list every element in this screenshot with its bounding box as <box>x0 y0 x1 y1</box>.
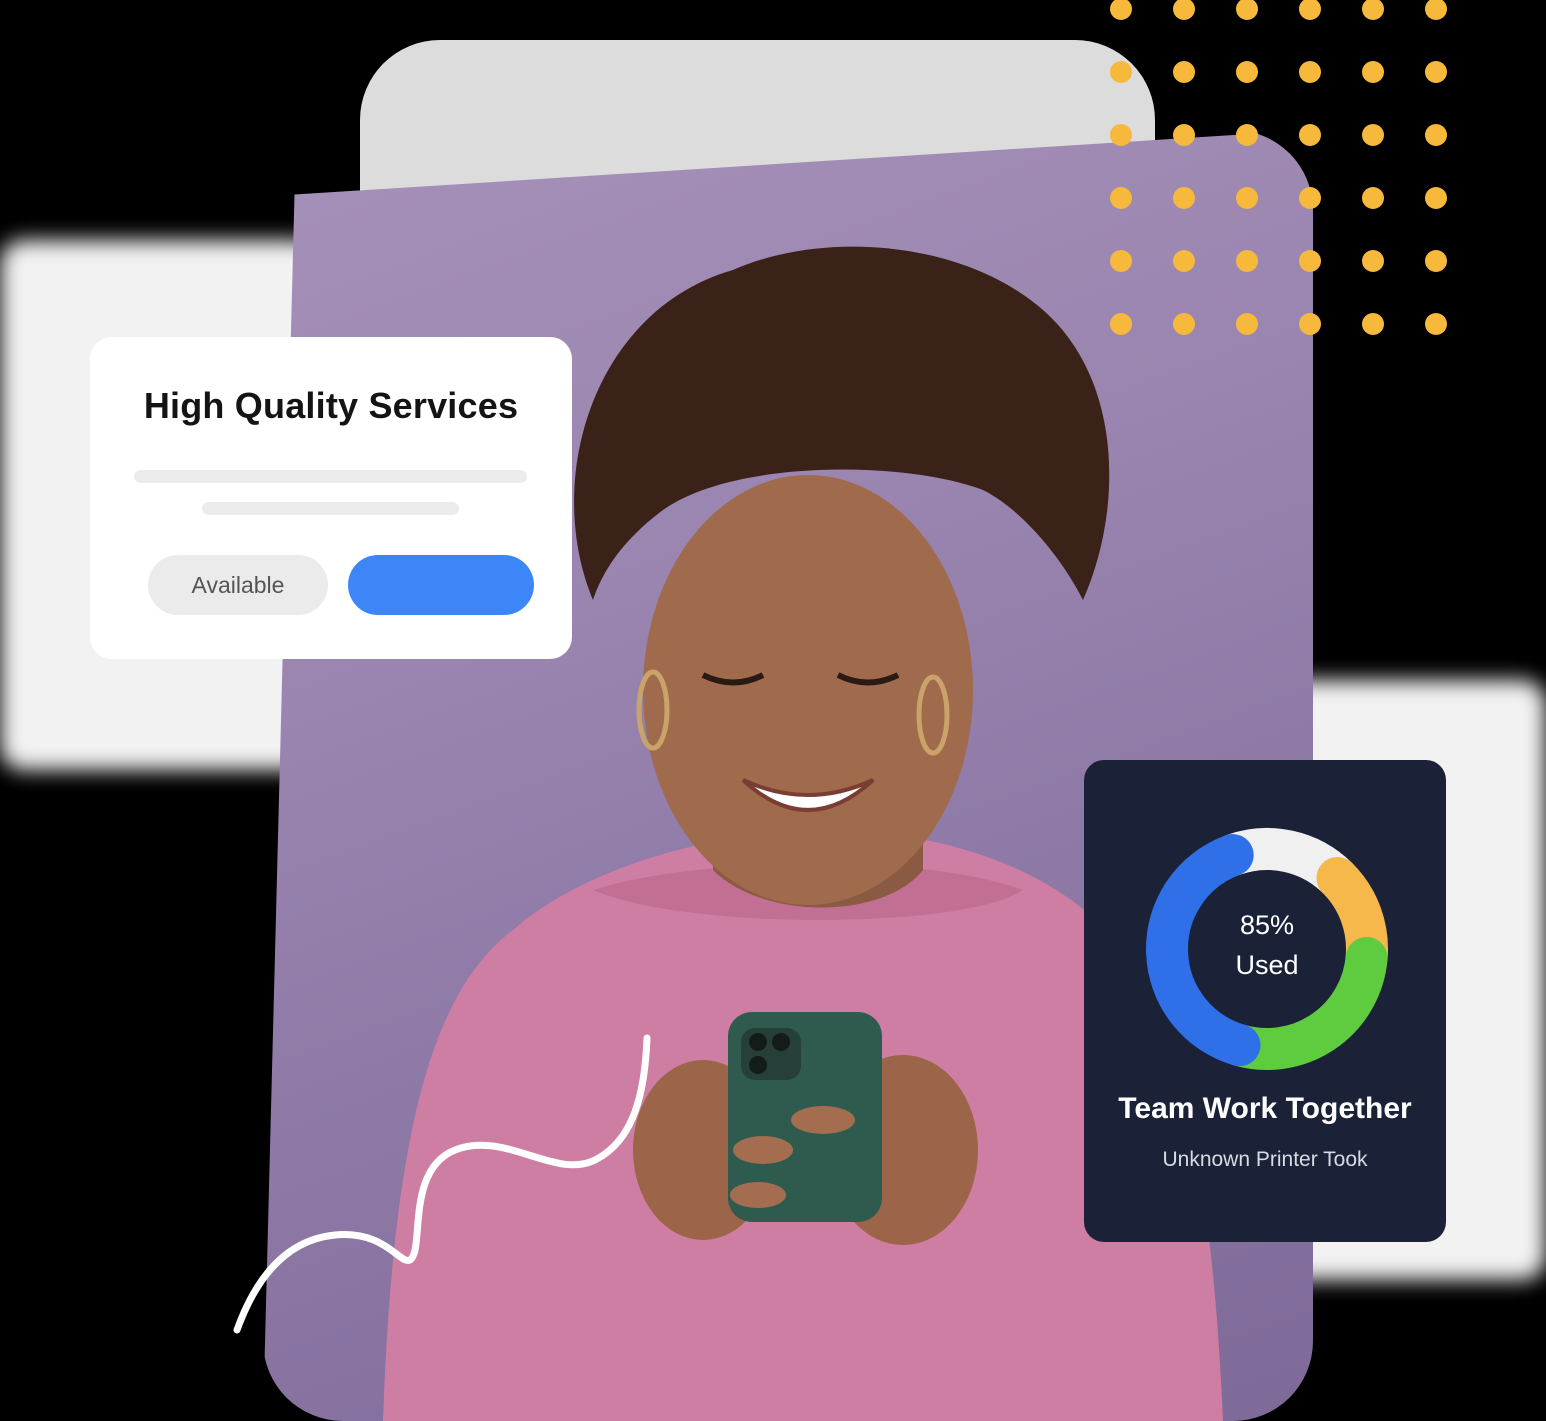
decorative-dot <box>1425 0 1447 20</box>
phone-lens-1 <box>749 1033 767 1051</box>
finger <box>791 1106 855 1134</box>
decorative-dot <box>1236 124 1258 146</box>
decorative-dot <box>1110 124 1132 146</box>
decorative-dot <box>1173 187 1195 209</box>
decorative-dot <box>1173 61 1195 83</box>
decorative-dot <box>1425 250 1447 272</box>
placeholder-line <box>134 470 527 483</box>
decorative-dot <box>1236 187 1258 209</box>
decorative-dot-grid <box>1100 0 1460 340</box>
decorative-dot <box>1299 0 1321 20</box>
decorative-dot <box>1299 313 1321 335</box>
usage-title: Team Work Together <box>1118 1092 1412 1125</box>
squiggle-line <box>233 1034 651 1334</box>
decorative-dot <box>1236 61 1258 83</box>
decorative-dot <box>1362 0 1384 20</box>
primary-button[interactable] <box>348 555 534 615</box>
usage-subtitle: Unknown Printer Took <box>1162 1148 1368 1171</box>
decorative-dot <box>1425 61 1447 83</box>
decorative-dot <box>1425 187 1447 209</box>
decorative-dot <box>1110 250 1132 272</box>
phone-lens-3 <box>749 1056 767 1074</box>
decorative-dot <box>1362 250 1384 272</box>
decorative-dot <box>1236 313 1258 335</box>
decorative-dot <box>1362 187 1384 209</box>
decorative-dot <box>1299 250 1321 272</box>
stage: High Quality Services Available 85% Used… <box>0 0 1546 1421</box>
decorative-dot <box>1362 61 1384 83</box>
decorative-dot <box>1362 124 1384 146</box>
decorative-dot <box>1173 124 1195 146</box>
usage-percent: 85% <box>1239 910 1295 940</box>
decorative-dot <box>1425 124 1447 146</box>
services-title: High Quality Services <box>143 385 519 426</box>
decorative-dot <box>1173 250 1195 272</box>
placeholder-line <box>202 502 459 515</box>
finger <box>733 1136 793 1164</box>
decorative-dot <box>1299 187 1321 209</box>
donut-center-label: 85% Used <box>1142 905 1392 985</box>
decorative-dot <box>1236 250 1258 272</box>
phone-lens-2 <box>772 1033 790 1051</box>
decorative-dot <box>1236 0 1258 20</box>
decorative-dot <box>1362 313 1384 335</box>
available-button[interactable]: Available <box>148 555 328 615</box>
decorative-dot <box>1110 61 1132 83</box>
decorative-dot <box>1173 0 1195 20</box>
services-card: High Quality Services Available <box>90 337 572 659</box>
decorative-dot <box>1299 61 1321 83</box>
decorative-dot <box>1110 0 1132 20</box>
phone-camera-module <box>741 1028 801 1080</box>
decorative-dot <box>1173 313 1195 335</box>
usage-card: 85% Used Team Work Together Unknown Prin… <box>1084 760 1446 1242</box>
decorative-dot <box>1299 124 1321 146</box>
finger <box>730 1182 786 1208</box>
decorative-dot <box>1425 313 1447 335</box>
decorative-squiggle <box>233 1034 651 1334</box>
decorative-dot <box>1110 187 1132 209</box>
usage-used-label: Used <box>1235 950 1299 980</box>
decorative-dot <box>1110 313 1132 335</box>
